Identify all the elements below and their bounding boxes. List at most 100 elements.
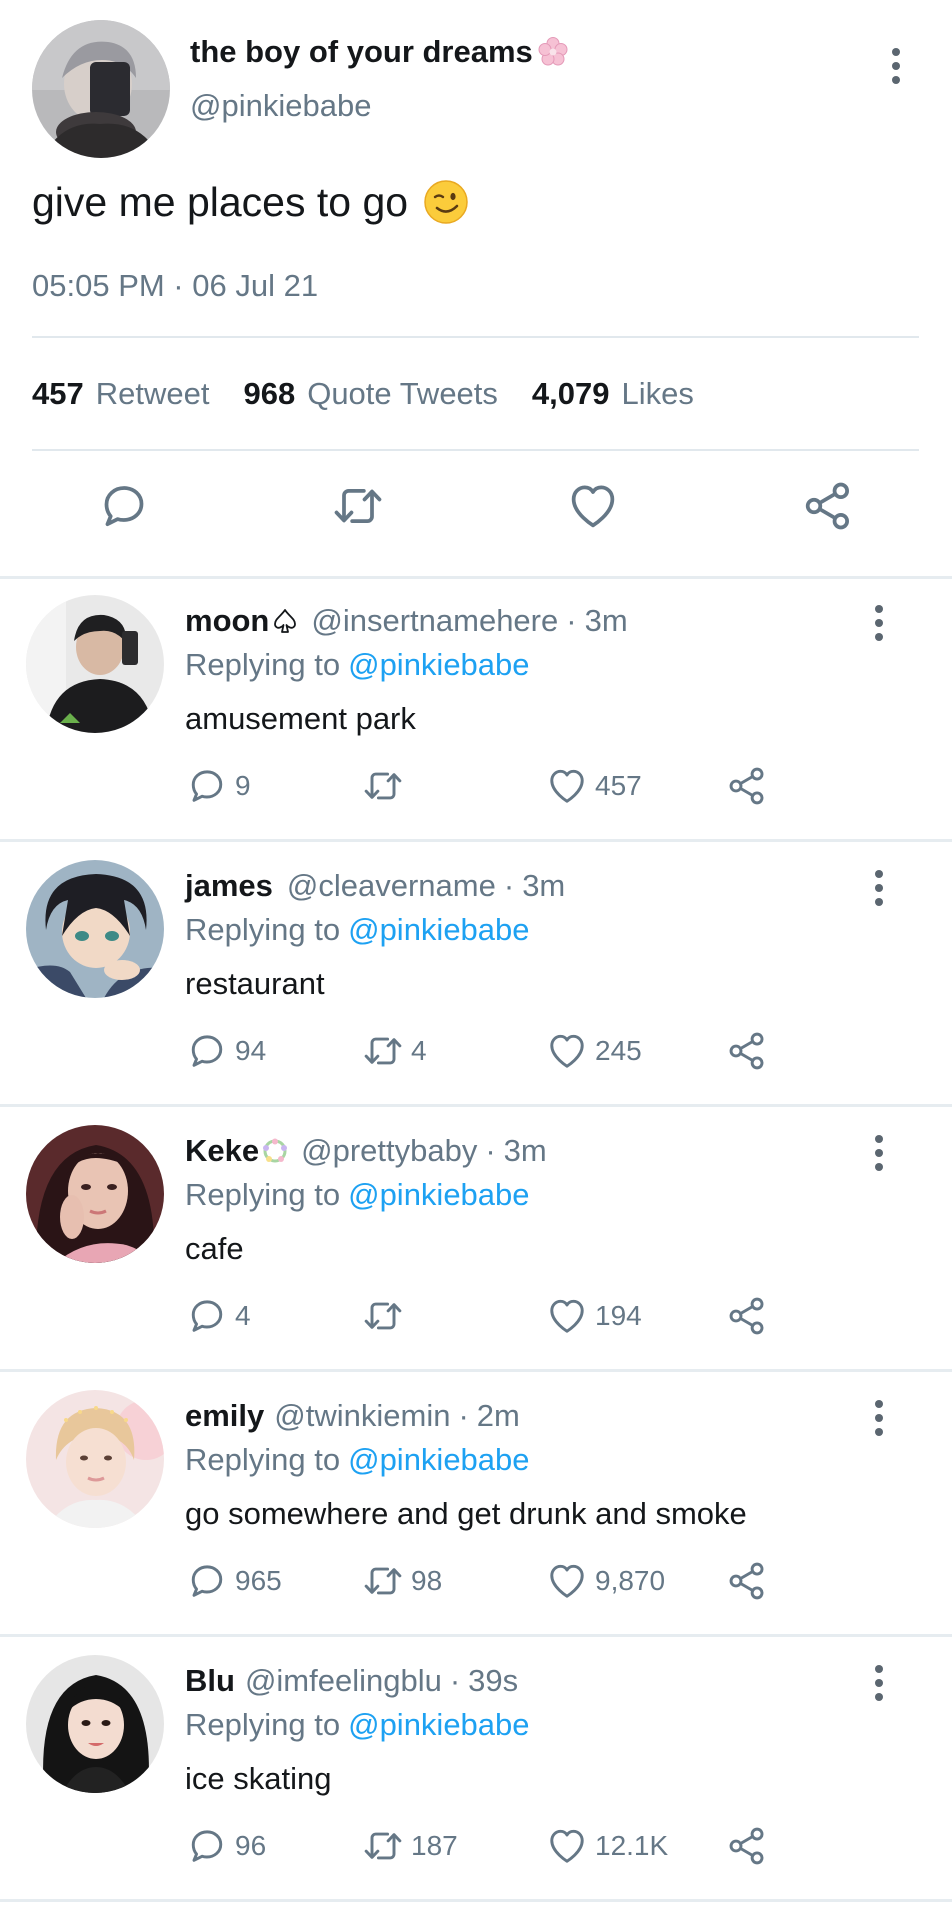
reply-text: ice skating: [185, 1761, 332, 1796]
replying-to-mention[interactable]: @pinkiebabe: [348, 1177, 529, 1212]
reply-avatar[interactable]: [26, 860, 164, 998]
replying-to-mention[interactable]: @pinkiebabe: [348, 647, 529, 682]
likes-stat[interactable]: 4,079 Likes: [532, 376, 694, 412]
share-button[interactable]: [725, 1823, 769, 1869]
reply-icon: [185, 764, 229, 808]
share-icon: [725, 1559, 769, 1603]
reply-item[interactable]: james @cleavername · 3m Replying to @pink…: [0, 844, 952, 1106]
like-button[interactable]: 12.1K: [545, 1823, 668, 1869]
retweet-icon: [361, 764, 405, 808]
reply-author-handle[interactable]: @prettybaby: [301, 1133, 477, 1169]
like-icon[interactable]: [565, 478, 621, 534]
like-button[interactable]: 457: [545, 763, 642, 809]
retweet-icon: [361, 1559, 405, 1603]
reply-count: 965: [235, 1565, 282, 1596]
like-icon: [545, 1294, 589, 1338]
reply-author-handle[interactable]: @cleavername: [287, 868, 496, 904]
like-icon: [545, 1824, 589, 1868]
more-options-icon[interactable]: [873, 605, 885, 641]
replying-to: Replying to @pinkiebabe: [185, 912, 530, 948]
more-options-icon[interactable]: [873, 870, 885, 906]
reply-time[interactable]: 3m: [504, 1133, 547, 1169]
like-icon: [545, 1559, 589, 1603]
reply-item[interactable]: Blu @imfeelingblu · 39s Replying to @pink…: [0, 1639, 952, 1901]
reply-author-name[interactable]: Keke: [185, 1133, 259, 1169]
share-button[interactable]: [725, 763, 769, 809]
quotes-stat[interactable]: 968 Quote Tweets: [243, 376, 497, 412]
reply-text: go somewhere and get drunk and smoke: [185, 1496, 747, 1531]
retweet-button[interactable]: [361, 763, 411, 809]
retweet-count: 4: [411, 1035, 427, 1066]
retweet-button[interactable]: 187: [361, 1823, 458, 1869]
reply-button[interactable]: 9: [185, 763, 251, 809]
reply-avatar[interactable]: [26, 1125, 164, 1263]
replying-to-mention[interactable]: @pinkiebabe: [348, 912, 529, 947]
reply-item[interactable]: Keke @prettybaby · 3m Replying to @pinkie…: [0, 1109, 952, 1371]
retweet-button[interactable]: [361, 1293, 411, 1339]
replying-to-mention[interactable]: @pinkiebabe: [348, 1707, 529, 1742]
reply-item[interactable]: emily @twinkiemin · 2m Replying to @pinki…: [0, 1374, 952, 1636]
like-count: 194: [595, 1300, 642, 1331]
replying-to-label: Replying to: [185, 1177, 341, 1212]
reply-icon: [185, 1824, 229, 1868]
reply-header: Blu @imfeelingblu · 39s: [185, 1663, 518, 1699]
reply-author-name[interactable]: emily: [185, 1398, 264, 1434]
reply-item[interactable]: moon @insertnamehere · 3m Replying to @pi…: [0, 579, 952, 841]
tweet-stats: 457 Retweet 968 Quote Tweets 4,079 Likes: [32, 376, 694, 412]
reply-button[interactable]: 4: [185, 1293, 251, 1339]
more-options-icon[interactable]: [873, 1665, 885, 1701]
retweet-button[interactable]: 4: [361, 1028, 427, 1074]
reply-button[interactable]: 96: [185, 1823, 266, 1869]
section-divider: [0, 1899, 952, 1902]
reply-author-name[interactable]: james: [185, 868, 273, 904]
more-options-icon[interactable]: [890, 48, 902, 84]
author-handle[interactable]: @pinkiebabe: [190, 88, 371, 124]
author-avatar[interactable]: [32, 20, 170, 158]
reply-author-handle[interactable]: @twinkiemin: [274, 1398, 450, 1434]
reply-icon[interactable]: [96, 478, 152, 534]
share-button[interactable]: [725, 1028, 769, 1074]
reply-avatar[interactable]: [26, 595, 164, 733]
retweet-button[interactable]: 98: [361, 1558, 442, 1604]
author-name[interactable]: the boy of your dreams: [190, 34, 569, 70]
share-button[interactable]: [725, 1293, 769, 1339]
reply-time[interactable]: 3m: [522, 868, 565, 904]
like-button[interactable]: 245: [545, 1028, 642, 1074]
reply-header: moon @insertnamehere · 3m: [185, 603, 628, 639]
divider: [32, 336, 919, 338]
reply-author-handle[interactable]: @imfeelingblu: [245, 1663, 442, 1699]
reply-author-name[interactable]: Blu: [185, 1663, 235, 1699]
share-icon: [725, 1029, 769, 1073]
share-button[interactable]: [725, 1558, 769, 1604]
reply-header: emily @twinkiemin · 2m: [185, 1398, 520, 1434]
reply-header: james @cleavername · 3m: [185, 868, 565, 904]
retweets-stat[interactable]: 457 Retweet: [32, 376, 209, 412]
likes-label: Likes: [621, 376, 694, 411]
section-divider: [0, 1369, 952, 1372]
more-options-icon[interactable]: [873, 1135, 885, 1171]
share-icon[interactable]: [800, 478, 856, 534]
replying-to-mention[interactable]: @pinkiebabe: [348, 1442, 529, 1477]
reply-icon: [185, 1294, 229, 1338]
reply-avatar[interactable]: [26, 1390, 164, 1528]
like-button[interactable]: 194: [545, 1293, 642, 1339]
separator-dot: ·: [449, 1663, 461, 1698]
retweets-label: Retweet: [95, 376, 210, 411]
like-button[interactable]: 9,870: [545, 1558, 665, 1604]
reply-avatar[interactable]: [26, 1655, 164, 1793]
spade-icon: [271, 607, 299, 635]
reply-count: 4: [235, 1300, 251, 1331]
replying-to: Replying to @pinkiebabe: [185, 1442, 530, 1478]
like-count: 12.1K: [595, 1830, 669, 1861]
flower-wreath-icon: [261, 1137, 289, 1165]
reply-time[interactable]: 39s: [468, 1663, 518, 1699]
retweet-icon[interactable]: [330, 478, 386, 534]
reply-button[interactable]: 965: [185, 1558, 282, 1604]
reply-button[interactable]: 94: [185, 1028, 266, 1074]
reply-time[interactable]: 2m: [477, 1398, 520, 1434]
reply-author-handle[interactable]: @insertnamehere: [311, 603, 558, 639]
reply-time[interactable]: 3m: [585, 603, 628, 639]
reply-author-name[interactable]: moon: [185, 603, 269, 639]
reply-text: cafe: [185, 1231, 244, 1266]
more-options-icon[interactable]: [873, 1400, 885, 1436]
